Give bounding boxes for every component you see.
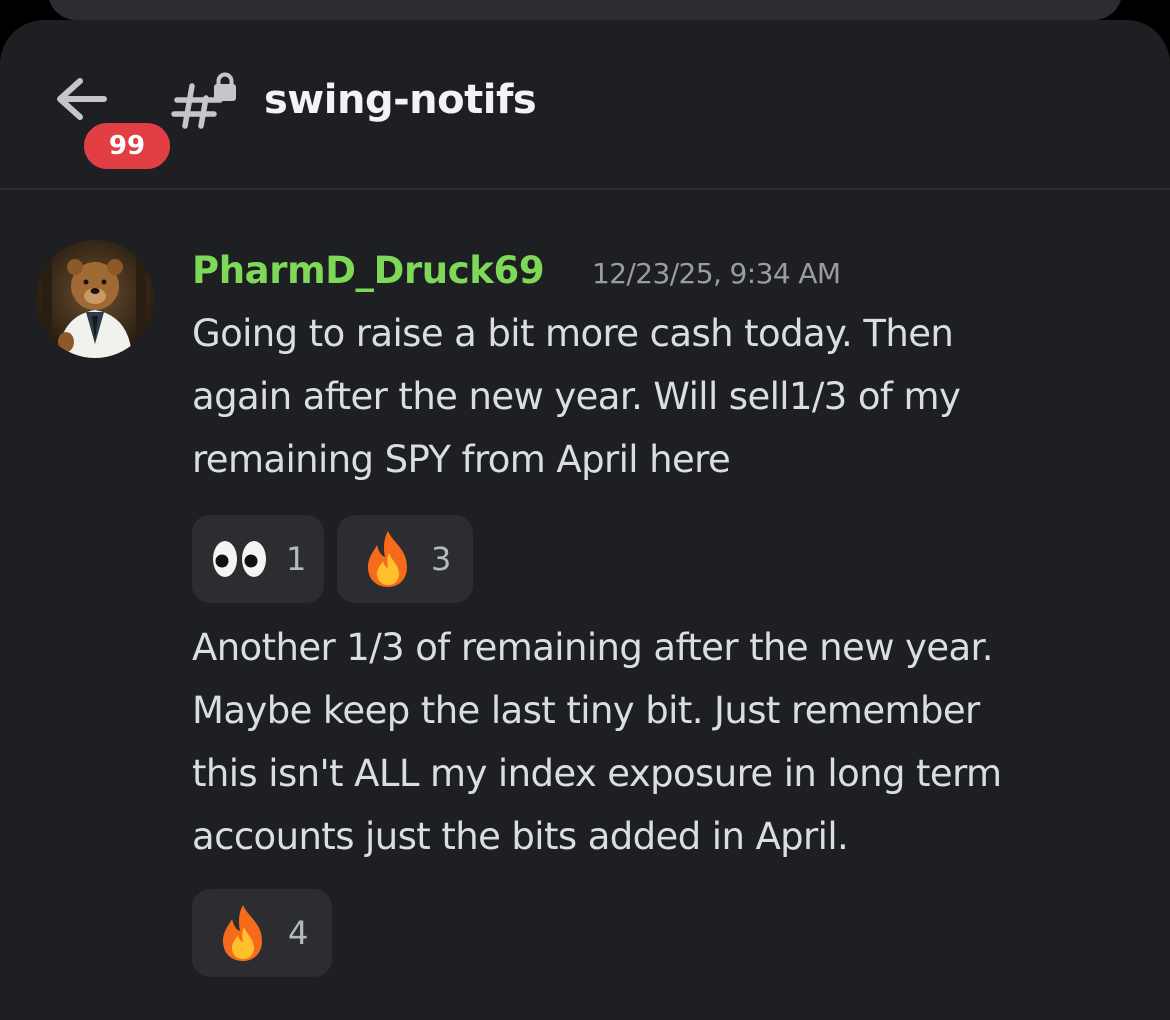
message-text-2: Another 1/3 of remaining after the new y… <box>192 616 1122 868</box>
channel-title[interactable]: swing-notifs <box>264 70 537 130</box>
message-line: Maybe keep the last tiny bit. Just remem… <box>192 689 980 732</box>
channel-header: 99 swing-notifs <box>0 20 1170 190</box>
message-timestamp: 12/23/25, 9:34 AM <box>592 257 841 290</box>
channel-view: 99 swing-notifs PharmD_Druck69 12/23/25,… <box>0 20 1170 1020</box>
message-line: Going to raise a bit more cash today. Th… <box>192 312 954 355</box>
message-line: accounts just the bits added in April. <box>192 815 849 858</box>
reaction-fire[interactable]: 3 <box>337 515 473 603</box>
message-text-1: Going to raise a bit more cash today. Th… <box>192 302 1122 491</box>
unread-count-badge: 99 <box>80 119 174 173</box>
locked-channel-icon <box>170 72 242 132</box>
message-line: again after the new year. Will sell1/3 o… <box>192 375 961 418</box>
fire-emoji-icon <box>216 903 270 967</box>
background-sheet <box>48 0 1122 20</box>
reaction-eyes[interactable]: 1 <box>192 515 324 603</box>
message-line: remaining SPY from April here <box>192 438 731 481</box>
reaction-count: 3 <box>431 540 452 578</box>
message-line: this isn't ALL my index exposure in long… <box>192 752 1002 795</box>
reaction-count: 1 <box>286 540 307 578</box>
author-username[interactable]: PharmD_Druck69 <box>192 246 545 296</box>
eyes-emoji-icon <box>210 533 270 589</box>
author-avatar[interactable] <box>36 240 154 358</box>
reaction-fire[interactable]: 4 <box>192 889 332 977</box>
reaction-count: 4 <box>288 914 309 952</box>
fire-emoji-icon <box>361 529 415 593</box>
message-line: Another 1/3 of remaining after the new y… <box>192 626 994 669</box>
